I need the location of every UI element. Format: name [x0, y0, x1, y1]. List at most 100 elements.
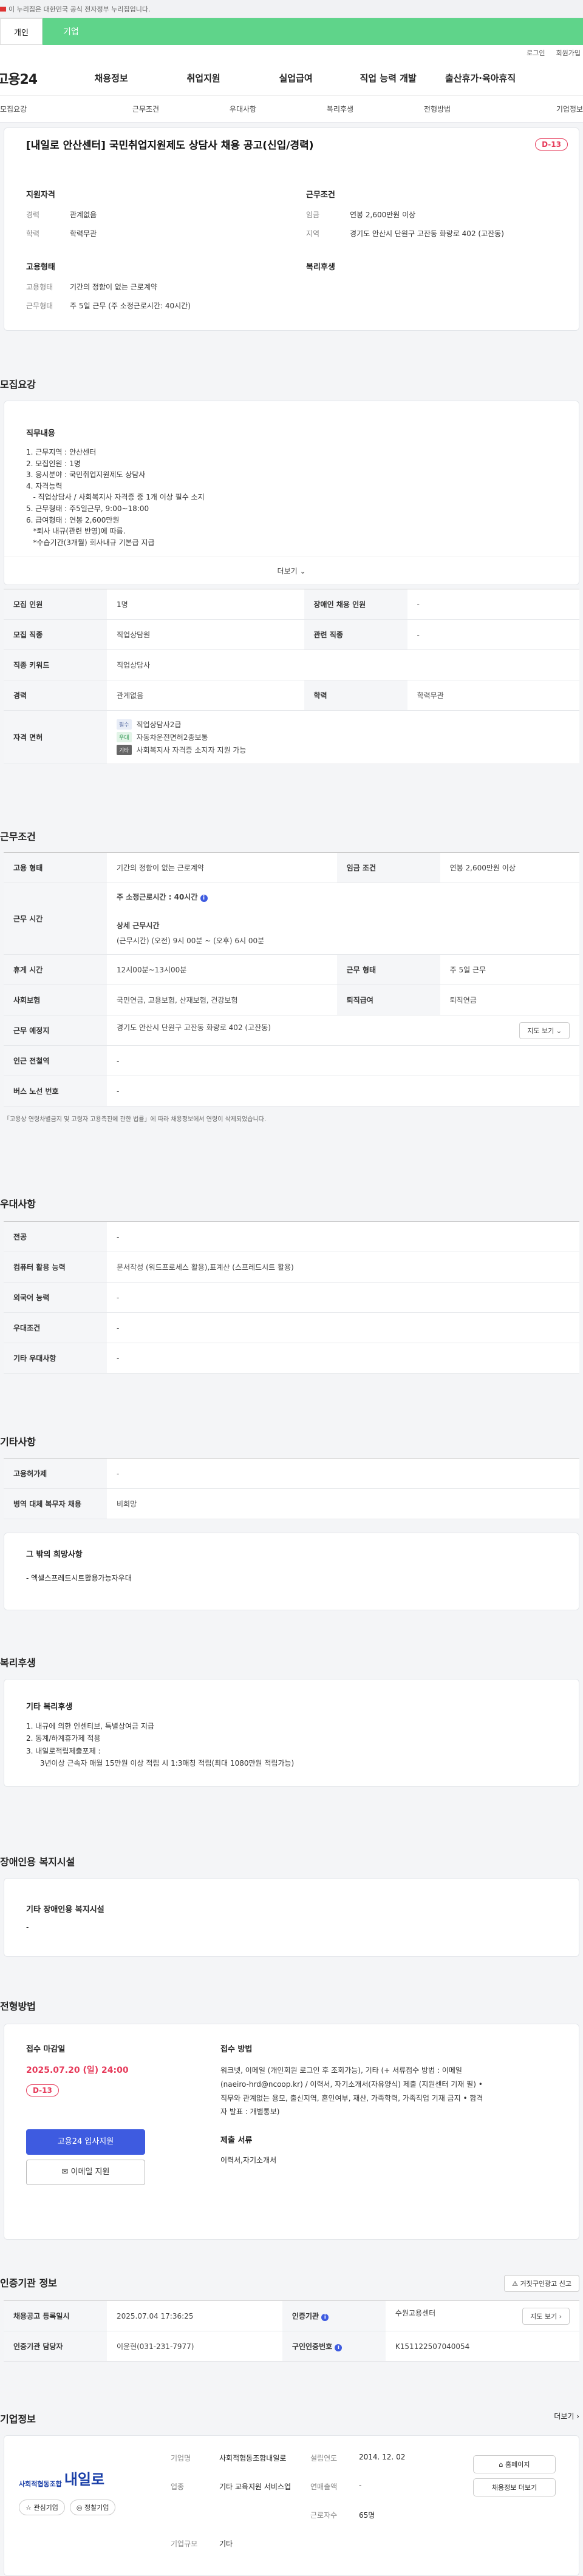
table-label: 인증기관 담당자: [4, 2331, 107, 2362]
homepage-button[interactable]: ⌂ 홈페이지: [473, 2455, 556, 2473]
email-apply-button[interactable]: ✉ 이메일 지원: [26, 2160, 145, 2185]
table-row: 모집 직종 직업상담원 관련 직종 -: [4, 619, 579, 650]
company-logo: 사회적협동조합 내일로: [19, 2467, 146, 2489]
work-time-detail-title: 상세 근무시간: [117, 921, 160, 930]
star-icon: ☆: [26, 2504, 32, 2512]
signup-link[interactable]: 회원가입: [556, 48, 581, 58]
disabled-box-title: 기타 장애인용 복지시설: [26, 1905, 104, 1914]
pref-table: 전공 - 컴퓨터 활용 능력 문서작성 (워드프로세스 활용),표계산 (스프레드시…: [4, 1221, 579, 1374]
duty-title: 직무내용: [26, 429, 55, 438]
section-tab-apply[interactable]: 전형방법: [389, 104, 486, 114]
etc-section: 기타사항: [0, 1434, 583, 1448]
recruit-table-wrap: 모집 인원 1명 장애인 채용 인원 - 모집 직종 직업상담원 관련 직종 - 직종 키워…: [0, 589, 583, 764]
badge-icon: ◎: [76, 2504, 83, 2512]
company-label: 업종: [171, 2483, 185, 2491]
summary-label: 고용형태: [26, 283, 53, 291]
company-label: 근로자수: [310, 2511, 338, 2520]
table-label: 근무 예정지: [4, 1015, 107, 1046]
section-title: 기업정보: [0, 2413, 36, 2425]
table-row: 사회보험 국민연금, 고용보험, 산재보험, 건강보험 퇴직급여 퇴직연금: [4, 985, 579, 1015]
map-button[interactable]: 지도 보기 ›: [522, 2307, 570, 2325]
license-item: 우대 자동차운전면허2종보통: [117, 732, 570, 742]
certified-company-button[interactable]: ◎ 정찰기업: [69, 2500, 116, 2515]
section-tab-pref[interactable]: 우대사항: [194, 104, 292, 114]
deadline-title: 접수 마감일: [26, 2045, 66, 2054]
work-time-cell: 주 소정근로시간 : 40시간 i 상세 근무시간 (근무시간) (오전) 9시…: [107, 883, 579, 955]
summary-label: 학력: [26, 229, 40, 238]
table-row: 휴게 시간 12시00분~13시00분 근무 형태 주 5일 근무: [4, 954, 579, 985]
gnb-item-leave[interactable]: 출산휴가·육아휴직: [434, 72, 527, 84]
section-tab-recruit[interactable]: 모집요강: [0, 104, 97, 114]
license-item: 필수 직업상담사2급: [117, 719, 570, 730]
gnb-item-benefit[interactable]: 실업급여: [250, 72, 342, 84]
table-label: 관련 직종: [304, 619, 407, 650]
tab-company[interactable]: 기업: [43, 18, 583, 45]
table-label: 장애인 채용 인원: [304, 589, 407, 620]
section-tab-work[interactable]: 근무조건: [97, 104, 194, 114]
table-value: 비희망: [107, 1488, 579, 1519]
wish-text: - 엑셀스프레드시트활용가능자우대: [26, 1574, 132, 1582]
favorite-company-button[interactable]: ☆ 관심기업: [19, 2500, 65, 2515]
summary-value: 경기도 안산시 단원구 고잔동 화랑로 402 (고잔동): [350, 229, 504, 238]
welfare-box: 기타 복리후생 1. 내규에 의한 인센티브, 특별상여금 지급 2. 동계/하계…: [4, 1679, 579, 1787]
gnb-item-jobs[interactable]: 채용정보: [65, 72, 157, 84]
more-button[interactable]: 더보기 ⌄: [4, 557, 579, 585]
table-label: 학력: [304, 680, 407, 711]
table-row: 근무 예정지 경기도 안산시 단원구 고잔동 화랑로 402 (고잔동) 지도 보기…: [4, 1015, 579, 1046]
disabled-section: 장애인용 복지시설: [0, 1854, 583, 1868]
table-row: 인증기관 담당자 이윤현(031-231-7977) 구인인증번호 i K151122…: [4, 2331, 579, 2362]
company-more-link[interactable]: 더보기 ›: [554, 2411, 579, 2425]
section-title: 인증기관 정보: [0, 2277, 57, 2289]
map-button[interactable]: 지도 보기 ⌄: [519, 1022, 570, 1039]
tab-personal[interactable]: 개인: [0, 18, 43, 45]
table-row: 고용 형태 기간의 정함이 없는 근로계약 임금 조건 연봉 2,600만원 이상: [4, 852, 579, 883]
site-logo[interactable]: 고용24: [0, 69, 38, 88]
disabled-value: -: [26, 1923, 29, 1931]
utility-bar: 로그인 회원가입: [0, 45, 583, 61]
work-table-wrap: 고용 형태 기간의 정함이 없는 근로계약 임금 조건 연봉 2,600만원 이상 근…: [0, 852, 583, 1123]
table-row: 우대조건 -: [4, 1312, 579, 1343]
work-place-cell: 경기도 안산시 단원구 고잔동 화랑로 402 (고잔동) 지도 보기 ⌄: [107, 1015, 579, 1046]
table-label: 인근 전철역: [4, 1045, 107, 1076]
company-value: [359, 2538, 473, 2558]
table-label: 모집 직종: [4, 619, 107, 650]
text-line: 3. 내일로적립제출포제 :: [26, 1746, 101, 1755]
apply-box: 접수 마감일 2025.07.20 (일) 24:00 D-13 고용24 입사…: [4, 2024, 579, 2240]
company-label: [171, 2510, 219, 2530]
qualification-heading: 지원자격: [26, 191, 55, 200]
section-nav: 모집요강 근무조건 우대사항 복리후생 전형방법 기업정보: [0, 96, 583, 123]
gnb-item-training[interactable]: 직업 능력 개발: [342, 72, 434, 84]
license-tag: 기타: [117, 745, 132, 755]
license-name: 직업상담사2급: [136, 720, 182, 729]
section-tab-welfare[interactable]: 복리후생: [292, 104, 389, 114]
report-icon: ⚠: [512, 2280, 519, 2288]
text-line: 3년이상 근속자 매월 15만원 이상 적립 시 1:3매칭 적립(최대 108…: [26, 1759, 295, 1768]
summary-value: 학력무관: [70, 229, 97, 238]
condition-heading: 근무조건: [306, 191, 335, 200]
apply-box-wrap: 접수 마감일 2025.07.20 (일) 24:00 D-13 고용24 입사…: [0, 2024, 583, 2240]
company-label: 기업명: [171, 2454, 191, 2462]
cert-section: 인증기관 정보 ⚠ 거짓구인광고 신고: [0, 2275, 583, 2292]
etc-table: 고용허가제 - 병역 대체 복무자 채용 비희망: [4, 1458, 579, 1519]
emp-type-heading: 고용형태: [26, 263, 55, 272]
login-link[interactable]: 로그인: [527, 48, 545, 58]
company-label: 연매출액: [310, 2483, 338, 2491]
duty-box: 직무내용 1. 근무지역 : 안산센터 2. 모집인원 : 1명 3. 응시분야 :…: [4, 401, 579, 586]
text-line: 5. 근무형태 : 주5일근무, 9:00~18:00: [26, 504, 149, 513]
mail-icon: ✉: [61, 2168, 69, 2177]
section-tab-company[interactable]: 기업정보: [486, 104, 583, 114]
table-label: 병역 대체 복무자 채용: [4, 1488, 107, 1519]
pref-table-wrap: 전공 - 컴퓨터 활용 능력 문서작성 (워드프로세스 활용),표계산 (스프레드시…: [0, 1221, 583, 1374]
table-value: 1명: [107, 589, 304, 620]
table-value: 기간의 정함이 없는 근로계약: [107, 852, 337, 883]
table-row: 경력 관계없음 학력 학력무관: [4, 680, 579, 711]
gnb-item-support[interactable]: 취업지원: [157, 72, 250, 84]
table-label: 고용허가제: [4, 1458, 107, 1489]
table-value: 문서작성 (워드프로세스 활용),표계산 (스프레드시트 활용): [107, 1252, 579, 1283]
cert-org-cell: 수원고용센터 지도 보기 ›: [385, 2300, 579, 2331]
gov-banner-text: 이 누리집은 대한민국 공식 전자정부 누리집입니다.: [9, 5, 151, 13]
company-jobs-button[interactable]: 채용정보 더보기: [473, 2478, 556, 2496]
method-text: 워크넷, 이메일 (개인회원 로그인 후 조회가능), 기타 (+ 서류접수 방…: [220, 2066, 483, 2117]
report-button[interactable]: ⚠ 거짓구인광고 신고: [504, 2275, 579, 2292]
apply-button[interactable]: 고용24 입사지원: [26, 2129, 145, 2155]
